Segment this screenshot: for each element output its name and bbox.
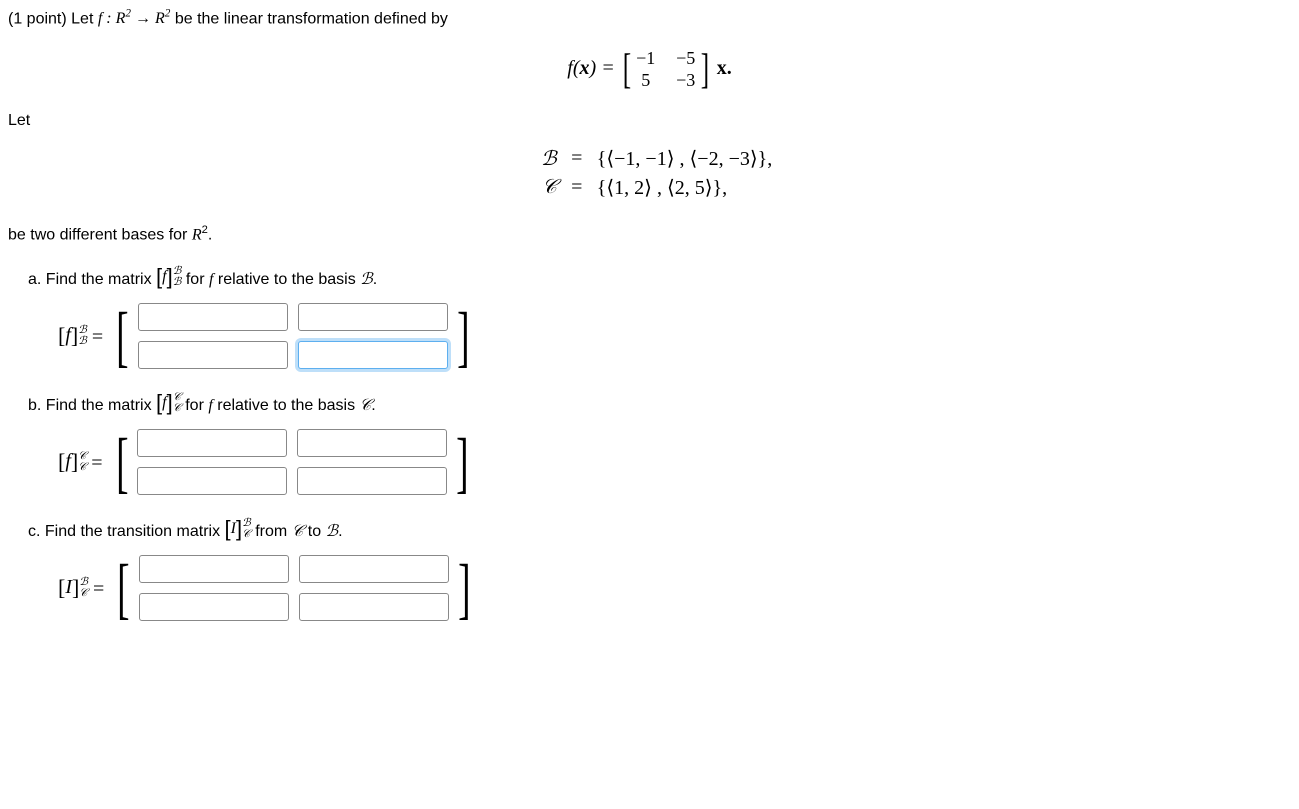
matrix-2x2: [ −1 −5 5 −3 ] (620, 48, 712, 91)
let-label: Let (8, 112, 1291, 130)
input-a-21[interactable] (138, 341, 288, 369)
eq-sign-c: = (557, 176, 597, 199)
part-c-label: [I]ℬ𝒞 = (58, 575, 104, 601)
footer-text: be two different bases for R2. (8, 224, 1291, 244)
m-a11: −1 (634, 48, 658, 70)
part-c-text: c. Find the transition matrix [I]ℬ𝒞 from… (28, 516, 1291, 542)
input-c-12[interactable] (299, 555, 449, 583)
left-bracket-b: [ (116, 428, 128, 496)
input-c-22[interactable] (299, 593, 449, 621)
part-b-matrix-input: [f]𝒞𝒞 = [ ] (58, 428, 1291, 496)
fx-suffix: x. (717, 58, 732, 80)
input-c-21[interactable] (139, 593, 289, 621)
basis-c-set: {⟨1, 2⟩ , ⟨2, 5⟩}, (597, 175, 727, 200)
intro-text1: Let (71, 10, 98, 27)
basis-b-set: {⟨−1, −1⟩ , ⟨−2, −3⟩}, (597, 146, 773, 171)
fx-label: f(x) = (567, 58, 619, 80)
input-b-11[interactable] (137, 429, 287, 457)
eq-sign-b: = (557, 147, 597, 170)
left-bracket-c: [ (117, 554, 129, 622)
intro-text2: be the linear transformation defined by (175, 10, 448, 27)
input-c-11[interactable] (139, 555, 289, 583)
basis-b-symbol: ℬ (527, 146, 557, 171)
part-c-matrix-input: [I]ℬ𝒞 = [ ] (58, 554, 1291, 622)
right-bracket-b: ] (456, 428, 468, 496)
input-a-11[interactable] (138, 303, 288, 331)
input-b-22[interactable] (297, 467, 447, 495)
points-label: (1 point) (8, 10, 67, 27)
bases-definitions: ℬ = {⟨−1, −1⟩ , ⟨−2, −3⟩}, 𝒞 = {⟨1, 2⟩ ,… (8, 142, 1291, 204)
m-a21: 5 (634, 70, 658, 92)
right-bracket-a: ] (457, 302, 469, 370)
m-a22: −3 (674, 70, 698, 92)
intro-func: f : R2 → R2 (98, 10, 171, 27)
right-bracket-c: ] (458, 554, 470, 622)
m-a12: −5 (674, 48, 698, 70)
problem-intro: (1 point) Let f : R2 → R2 be the linear … (8, 8, 1291, 28)
part-b-label: [f]𝒞𝒞 = (58, 449, 103, 475)
part-a-matrix-input: [f]ℬℬ = [ ] (58, 302, 1291, 370)
part-b-text: b. Find the matrix [f]𝒞𝒞 for f relative … (28, 390, 1291, 416)
input-a-12[interactable] (298, 303, 448, 331)
input-b-12[interactable] (297, 429, 447, 457)
main-equation: f(x) = [ −1 −5 5 −3 ] x. (8, 48, 1291, 91)
input-b-21[interactable] (137, 467, 287, 495)
left-bracket-a: [ (116, 302, 128, 370)
input-a-22[interactable] (298, 341, 448, 369)
part-a-text: a. Find the matrix [f]ℬℬ for f relative … (28, 264, 1291, 290)
part-a-label: [f]ℬℬ = (58, 323, 103, 349)
basis-c-symbol: 𝒞 (527, 176, 557, 199)
